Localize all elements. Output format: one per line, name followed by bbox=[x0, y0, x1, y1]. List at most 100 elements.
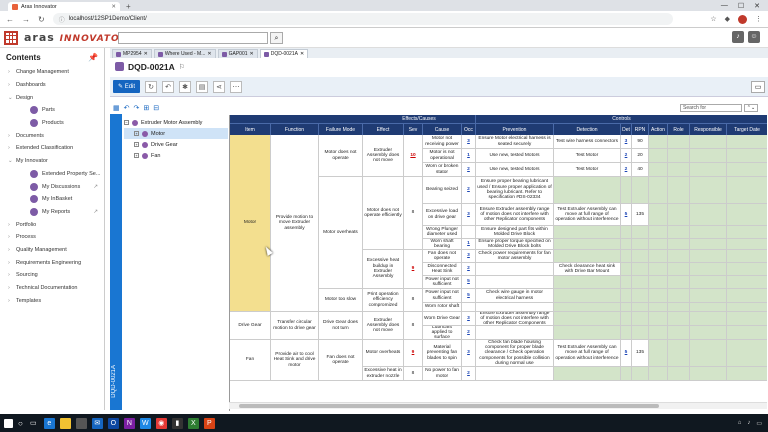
grid-cell[interactable]: Worn Drive Gear bbox=[423, 312, 462, 326]
sidebar-item[interactable]: Extended Property Se... bbox=[0, 168, 104, 181]
grid-cell[interactable] bbox=[476, 263, 554, 276]
extension-icon[interactable]: ◆ bbox=[725, 15, 730, 23]
grid-cell[interactable]: 9 bbox=[404, 340, 423, 367]
grid-cell[interactable]: Ensure designed part fits within Molded … bbox=[476, 226, 554, 239]
grid-cell[interactable]: Check power requirements for fan motor a… bbox=[476, 250, 554, 263]
grid-cell[interactable] bbox=[554, 289, 621, 303]
grid-cell[interactable] bbox=[727, 135, 767, 149]
more-icon[interactable]: ⋯ bbox=[230, 80, 243, 93]
grid-cell[interactable] bbox=[554, 326, 621, 340]
chevron-right-icon[interactable]: › bbox=[8, 260, 13, 266]
grid-cell[interactable]: Check clearance heat sink with Drive Bar… bbox=[554, 263, 621, 276]
grid-cell[interactable]: Check wire gauge in motor electrical har… bbox=[476, 289, 554, 303]
undo-grid-icon[interactable]: ↶ bbox=[124, 104, 130, 112]
grid-cell[interactable] bbox=[632, 276, 649, 289]
grid-cell[interactable]: Worn shaft bearing bbox=[423, 239, 462, 250]
sidebar-item[interactable]: ⌄ Design bbox=[0, 91, 104, 104]
chevron-right-icon[interactable]: › bbox=[8, 145, 13, 151]
add-row-icon[interactable]: ⊞ bbox=[143, 104, 149, 112]
grid-cell[interactable] bbox=[632, 312, 649, 326]
chevron-right-icon[interactable]: › bbox=[8, 234, 13, 240]
grid-cell[interactable] bbox=[690, 177, 727, 204]
grid-cell[interactable]: Ensure Extruder assembly range of motion… bbox=[476, 204, 554, 226]
grid-cell[interactable]: 8 bbox=[404, 289, 423, 312]
grid-cell[interactable]: Fan does not operate bbox=[423, 250, 462, 263]
grid-cell[interactable] bbox=[621, 263, 632, 276]
grid-cell[interactable] bbox=[632, 239, 649, 250]
sidebar-item[interactable]: Products bbox=[0, 117, 104, 130]
grid-cell[interactable] bbox=[727, 204, 767, 226]
grid-cell[interactable]: Print operation efficiency compromized bbox=[363, 289, 404, 312]
grid-cell[interactable] bbox=[621, 226, 632, 239]
grid-cell[interactable] bbox=[668, 204, 690, 226]
open-external-icon[interactable]: ↗ bbox=[93, 209, 98, 215]
undo-icon[interactable]: ↶ bbox=[162, 80, 175, 93]
grid-cell[interactable]: No power to fan motor bbox=[423, 367, 462, 381]
grid-cell[interactable]: 2 bbox=[462, 263, 476, 276]
chevron-right-icon[interactable]: › bbox=[8, 133, 13, 139]
grid-cell[interactable]: Ensure proper torque specified on Molded… bbox=[476, 239, 554, 250]
grid-cell[interactable]: 2 bbox=[462, 163, 476, 177]
grid-cell[interactable]: Fan does not operate bbox=[319, 340, 363, 381]
chevron-right-icon[interactable]: › bbox=[8, 222, 13, 228]
grid-cell[interactable] bbox=[690, 367, 727, 381]
grid-cell[interactable] bbox=[668, 276, 690, 289]
discussion-icon[interactable]: ▭ bbox=[751, 80, 765, 93]
grid-cell[interactable] bbox=[476, 367, 554, 381]
grid-cell[interactable] bbox=[621, 326, 632, 340]
close-tab-icon[interactable]: ✕ bbox=[144, 51, 148, 57]
grid-cell[interactable]: 3 bbox=[462, 204, 476, 226]
grid-cell[interactable] bbox=[554, 239, 621, 250]
sidebar-item[interactable]: Parts bbox=[0, 104, 104, 117]
grid-cell[interactable] bbox=[649, 177, 668, 204]
grid-cell[interactable] bbox=[668, 326, 690, 340]
grid-cell[interactable]: 8 bbox=[404, 312, 423, 340]
address-bar[interactable]: ⓘ localhost/12SP1Demo/Client/ bbox=[52, 13, 673, 25]
grid-cell[interactable] bbox=[621, 276, 632, 289]
grid-cell[interactable] bbox=[621, 239, 632, 250]
outlook-icon[interactable]: O bbox=[107, 417, 119, 429]
grid-cell[interactable]: 3 bbox=[621, 135, 632, 149]
onenote-icon[interactable]: N bbox=[123, 417, 135, 429]
grid-cell[interactable]: Power input not sufficient bbox=[423, 289, 462, 303]
search-arrows-icon[interactable]: ⌃⌄ bbox=[744, 104, 758, 112]
grid-cell[interactable]: 8 bbox=[404, 177, 423, 250]
grid-cell[interactable] bbox=[668, 177, 690, 204]
grid-cell[interactable]: 8 bbox=[404, 367, 423, 381]
grid-cell[interactable] bbox=[690, 312, 727, 326]
grid-cell[interactable] bbox=[690, 289, 727, 303]
grid-cell[interactable] bbox=[649, 312, 668, 326]
grid-cell[interactable]: Motor overheats bbox=[319, 177, 363, 289]
grid-cell[interactable] bbox=[690, 149, 727, 163]
grid-cell[interactable]: 3 bbox=[462, 135, 476, 149]
volume-icon[interactable]: ♪ bbox=[747, 420, 750, 427]
grid-cell[interactable] bbox=[649, 250, 668, 263]
grid-cell[interactable]: 5 bbox=[621, 204, 632, 226]
edge-icon[interactable]: e bbox=[43, 417, 55, 429]
grid-cell[interactable]: Worn or broken stator bbox=[423, 163, 462, 177]
taskbar-search-icon[interactable]: ○ bbox=[18, 419, 23, 428]
grid-cell[interactable]: Check fan blade housing component for pr… bbox=[476, 340, 554, 367]
grid-cell[interactable] bbox=[554, 303, 621, 312]
grid-cell[interactable] bbox=[621, 177, 632, 204]
grid-cell[interactable] bbox=[632, 367, 649, 381]
grid-cell[interactable]: Bearing seized bbox=[423, 177, 462, 204]
horizontal-scrollbar[interactable] bbox=[229, 402, 767, 409]
close-window-icon[interactable]: ✕ bbox=[754, 2, 760, 10]
grid-cell[interactable] bbox=[632, 289, 649, 303]
chevron-right-icon[interactable]: › bbox=[8, 247, 13, 253]
grid-cell[interactable]: Excessive heat buildup in Extruder Assem… bbox=[363, 250, 404, 289]
close-tab-icon[interactable]: ✕ bbox=[300, 51, 304, 57]
grid-cell[interactable]: Provide air to cool Heat Sink and drive … bbox=[271, 340, 319, 381]
sidebar-item[interactable]: › Templates bbox=[0, 294, 104, 307]
windows-start-icon[interactable] bbox=[4, 418, 13, 428]
sidebar-item[interactable]: › Extended Classification bbox=[0, 142, 104, 155]
grid-cell[interactable]: 135 bbox=[632, 340, 649, 367]
grid-cell[interactable]: Use new, tested Motors bbox=[476, 163, 554, 177]
grid-cell[interactable]: 90 bbox=[632, 135, 649, 149]
grid-cell[interactable] bbox=[690, 276, 727, 289]
grid-cell[interactable] bbox=[649, 340, 668, 367]
grid-cell[interactable] bbox=[668, 149, 690, 163]
grid-cell[interactable] bbox=[649, 239, 668, 250]
grid-cell[interactable]: Motor bbox=[230, 135, 271, 312]
